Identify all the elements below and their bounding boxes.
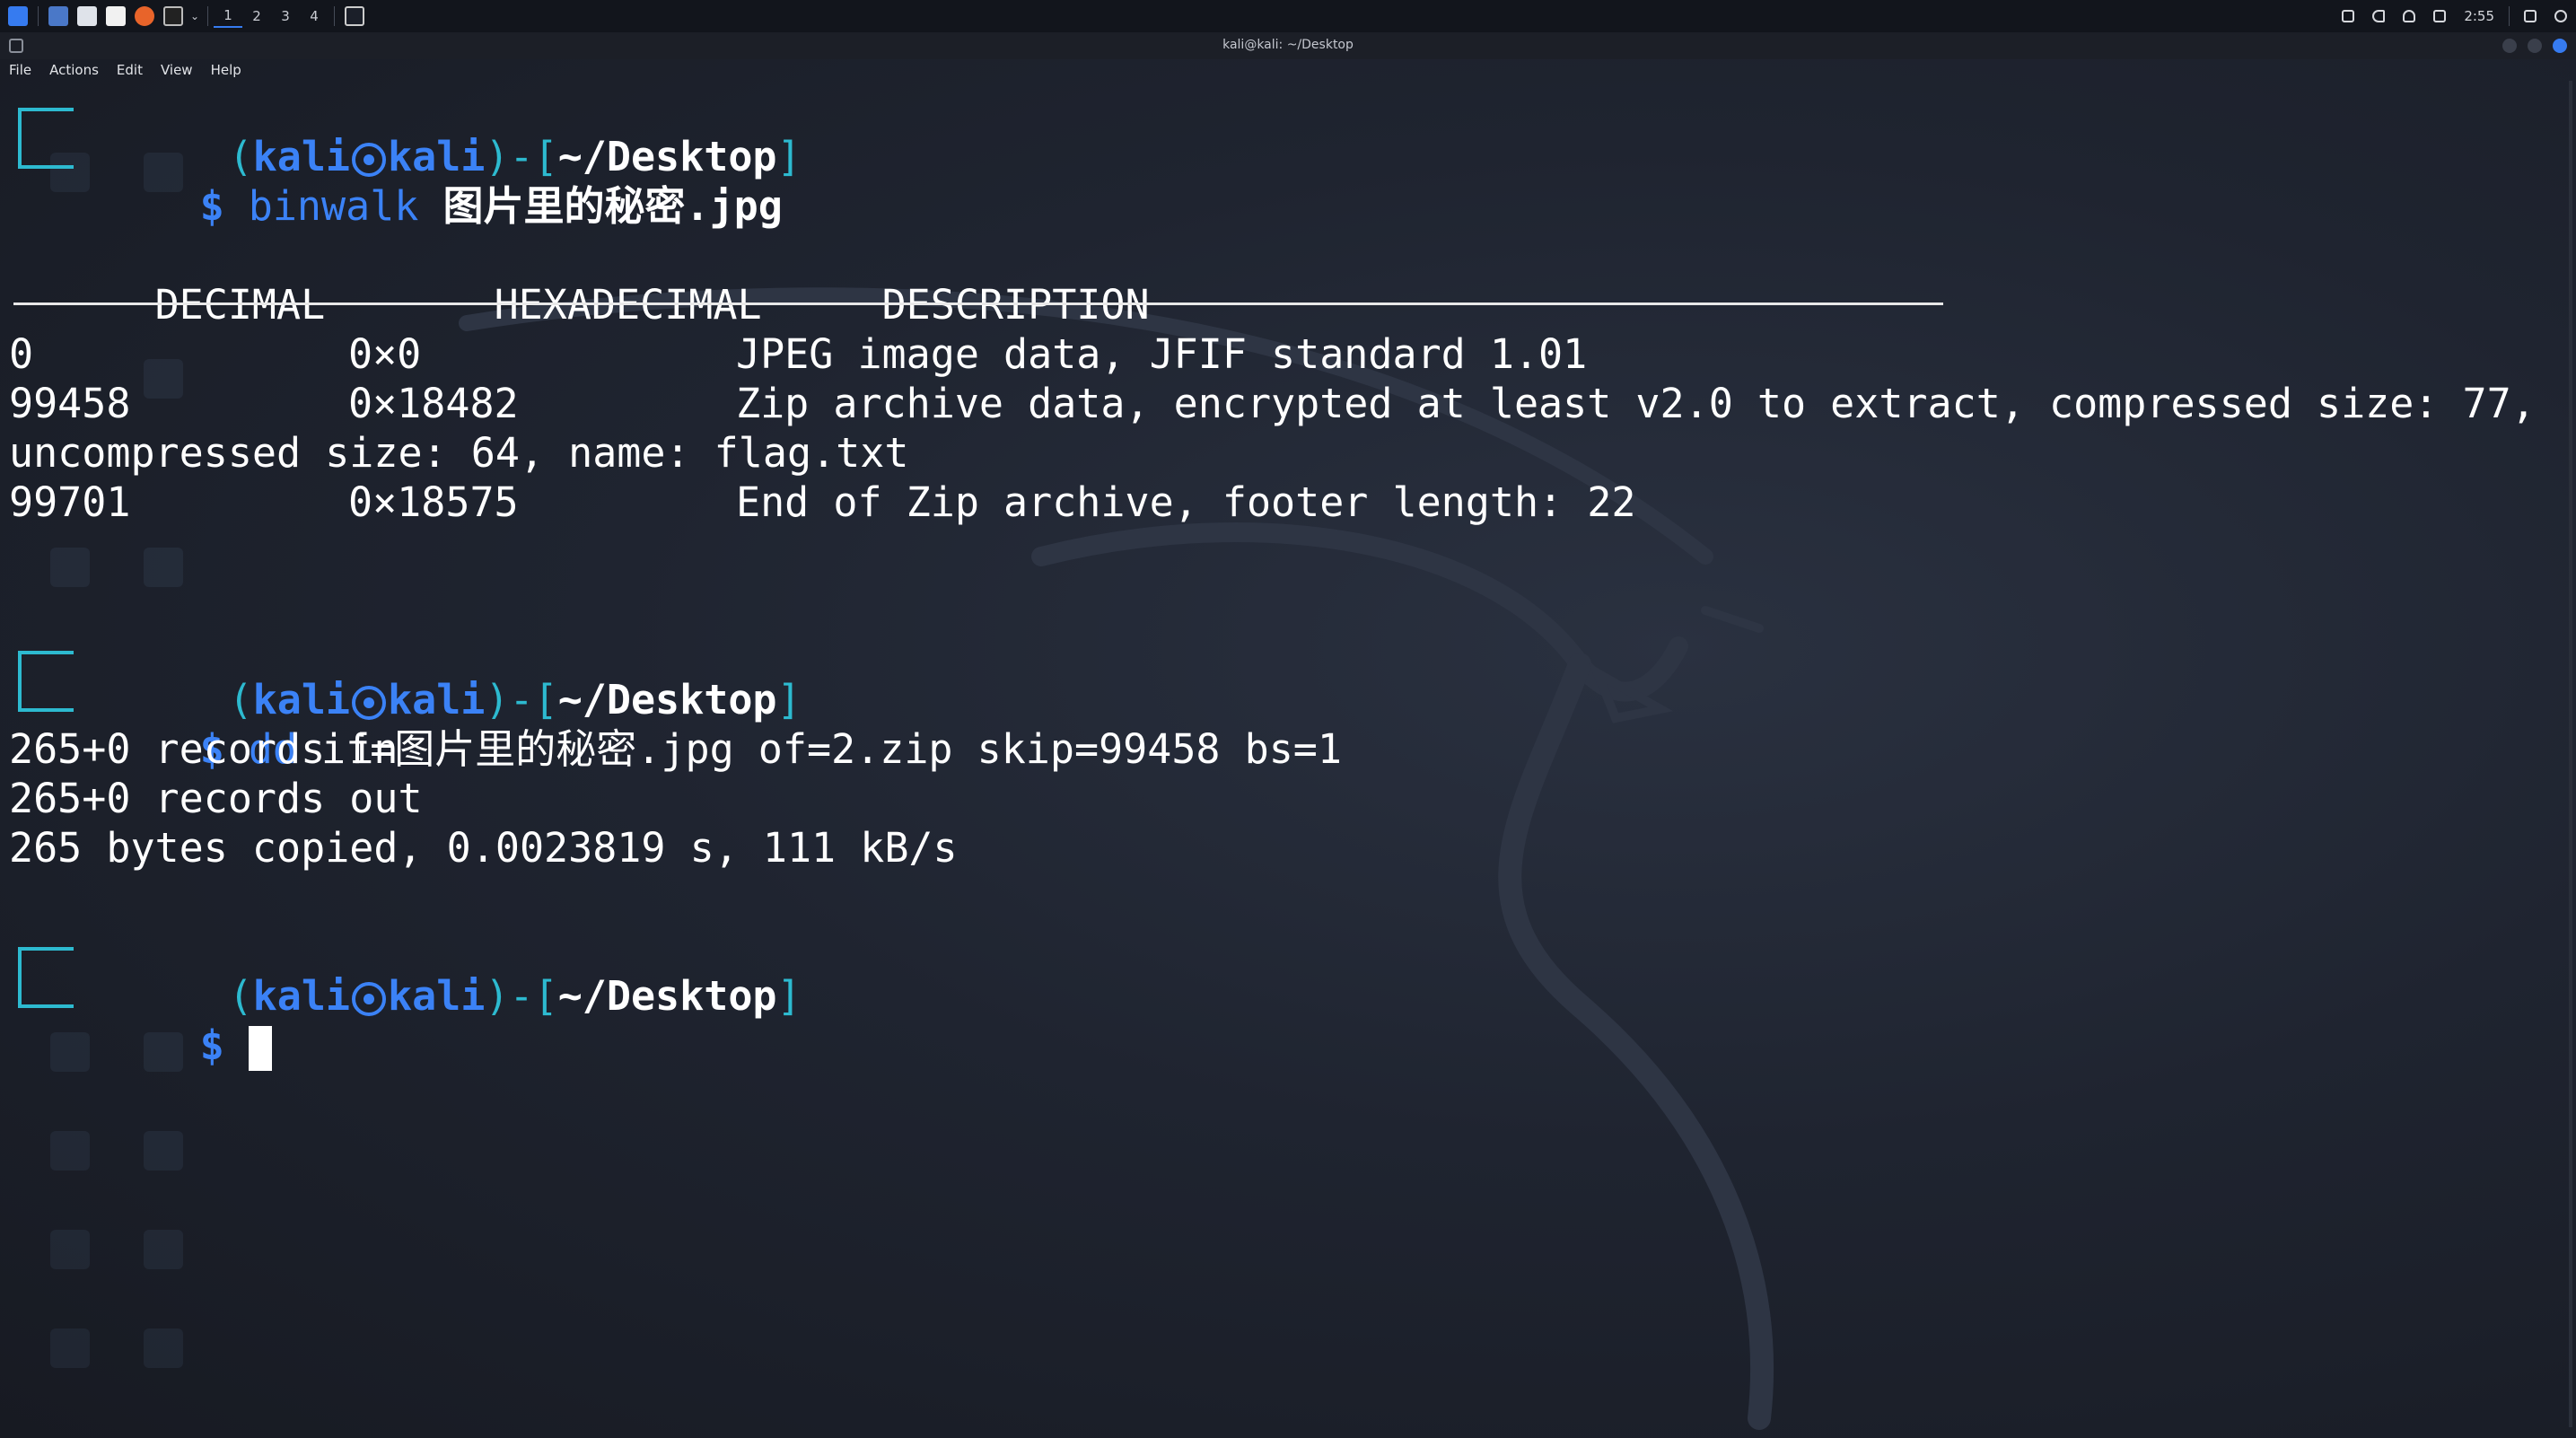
table-header: DESCRIPTION: [736, 231, 1150, 329]
command-line: $ binwalk 图片里的秘密.jpg: [199, 182, 783, 230]
table-row: 99701: [9, 478, 131, 526]
prompt-line: (kali kali)-[~/Desktop]: [228, 133, 802, 180]
top-panel: ⌄ 1 2 3 4 2:55: [0, 0, 2576, 33]
workspace-2[interactable]: 2: [242, 8, 271, 24]
workspace-4[interactable]: 4: [300, 8, 329, 24]
panel-separator: [207, 6, 208, 26]
table-header: HEXADECIMAL: [348, 231, 762, 329]
taskbar-terminal-icon[interactable]: [345, 6, 364, 26]
clock[interactable]: 2:55: [2464, 8, 2494, 24]
power-icon[interactable]: [2554, 10, 2567, 22]
command-line[interactable]: $: [54, 971, 272, 1071]
terminal-icon[interactable]: [163, 6, 183, 26]
output-line: 265 bytes copied, 0.0023819 s, 111 kB/s: [9, 824, 958, 872]
show-desktop-icon[interactable]: [48, 6, 68, 26]
workspace-3[interactable]: 3: [271, 8, 300, 24]
panel-separator: [2509, 6, 2510, 26]
maximize-button[interactable]: [2528, 39, 2542, 53]
table-row-wrap: uncompressed size: 64, name: flag.txt: [9, 429, 909, 477]
text-cursor: [248, 1026, 272, 1071]
menu-file[interactable]: File: [0, 62, 40, 78]
panel-separator: [334, 6, 335, 26]
command-line: $ dd if=图片里的秘密.jpg of=2.zip skip=99458 b…: [199, 725, 1342, 773]
table-divider: [13, 303, 1943, 305]
battery-icon[interactable]: [2433, 10, 2447, 22]
lock-icon[interactable]: [2524, 10, 2537, 22]
table-row: JPEG image data, JFIF standard 1.01: [736, 330, 1588, 378]
menu-view[interactable]: View: [152, 62, 202, 78]
table-row: 0×0: [348, 330, 422, 378]
notification-bell-icon[interactable]: [2403, 10, 2416, 22]
output-line: 265+0 records out: [9, 775, 423, 822]
terminal-scrollbar[interactable]: [2569, 81, 2572, 1427]
table-row: 0: [9, 330, 34, 378]
display-icon[interactable]: [2342, 10, 2355, 22]
menu-help[interactable]: Help: [202, 62, 250, 78]
prompt-line: (kali kali)-[~/Desktop]: [228, 972, 802, 1020]
table-row: 0×18575: [348, 478, 519, 526]
menu-actions[interactable]: Actions: [40, 62, 108, 78]
close-button[interactable]: [2553, 39, 2567, 53]
text-editor-icon[interactable]: [106, 6, 126, 26]
table-header: DECIMAL: [9, 231, 326, 329]
table-row: Zip archive data, encrypted at least v2.…: [736, 380, 2536, 427]
table-row: 99458: [9, 380, 131, 427]
volume-icon[interactable]: [2372, 10, 2386, 22]
workspace-1[interactable]: 1: [214, 4, 242, 28]
menu-edit[interactable]: Edit: [108, 62, 152, 78]
kali-skull-icon: [352, 982, 387, 1016]
table-row: End of Zip archive, footer length: 22: [736, 478, 1636, 526]
system-tray: 2:55: [2333, 4, 2576, 29]
prompt-line: (kali kali)-[~/Desktop]: [228, 676, 802, 723]
menu-bar: File Actions Edit View Help: [0, 59, 2576, 81]
window-titlebar[interactable]: kali@kali: ~/Desktop: [0, 32, 2576, 59]
window-title: kali@kali: ~/Desktop: [1222, 38, 1354, 52]
output-line: 265+0 records in: [9, 725, 399, 773]
chevron-down-icon[interactable]: ⌄: [188, 10, 202, 22]
firefox-icon[interactable]: [135, 6, 154, 26]
desktop: ⌄ 1 2 3 4 2:55 kali@kali: ~/Desktop File…: [0, 0, 2576, 1438]
terminal-output[interactable]: (kali kali)-[~/Desktop] $ binwalk 图片里的秘密.…: [9, 81, 2558, 1427]
kali-menu-icon[interactable]: [8, 6, 28, 26]
minimize-button[interactable]: [2502, 39, 2517, 53]
file-manager-icon[interactable]: [77, 6, 97, 26]
panel-separator: [38, 6, 39, 26]
table-row: 0×18482: [348, 380, 519, 427]
